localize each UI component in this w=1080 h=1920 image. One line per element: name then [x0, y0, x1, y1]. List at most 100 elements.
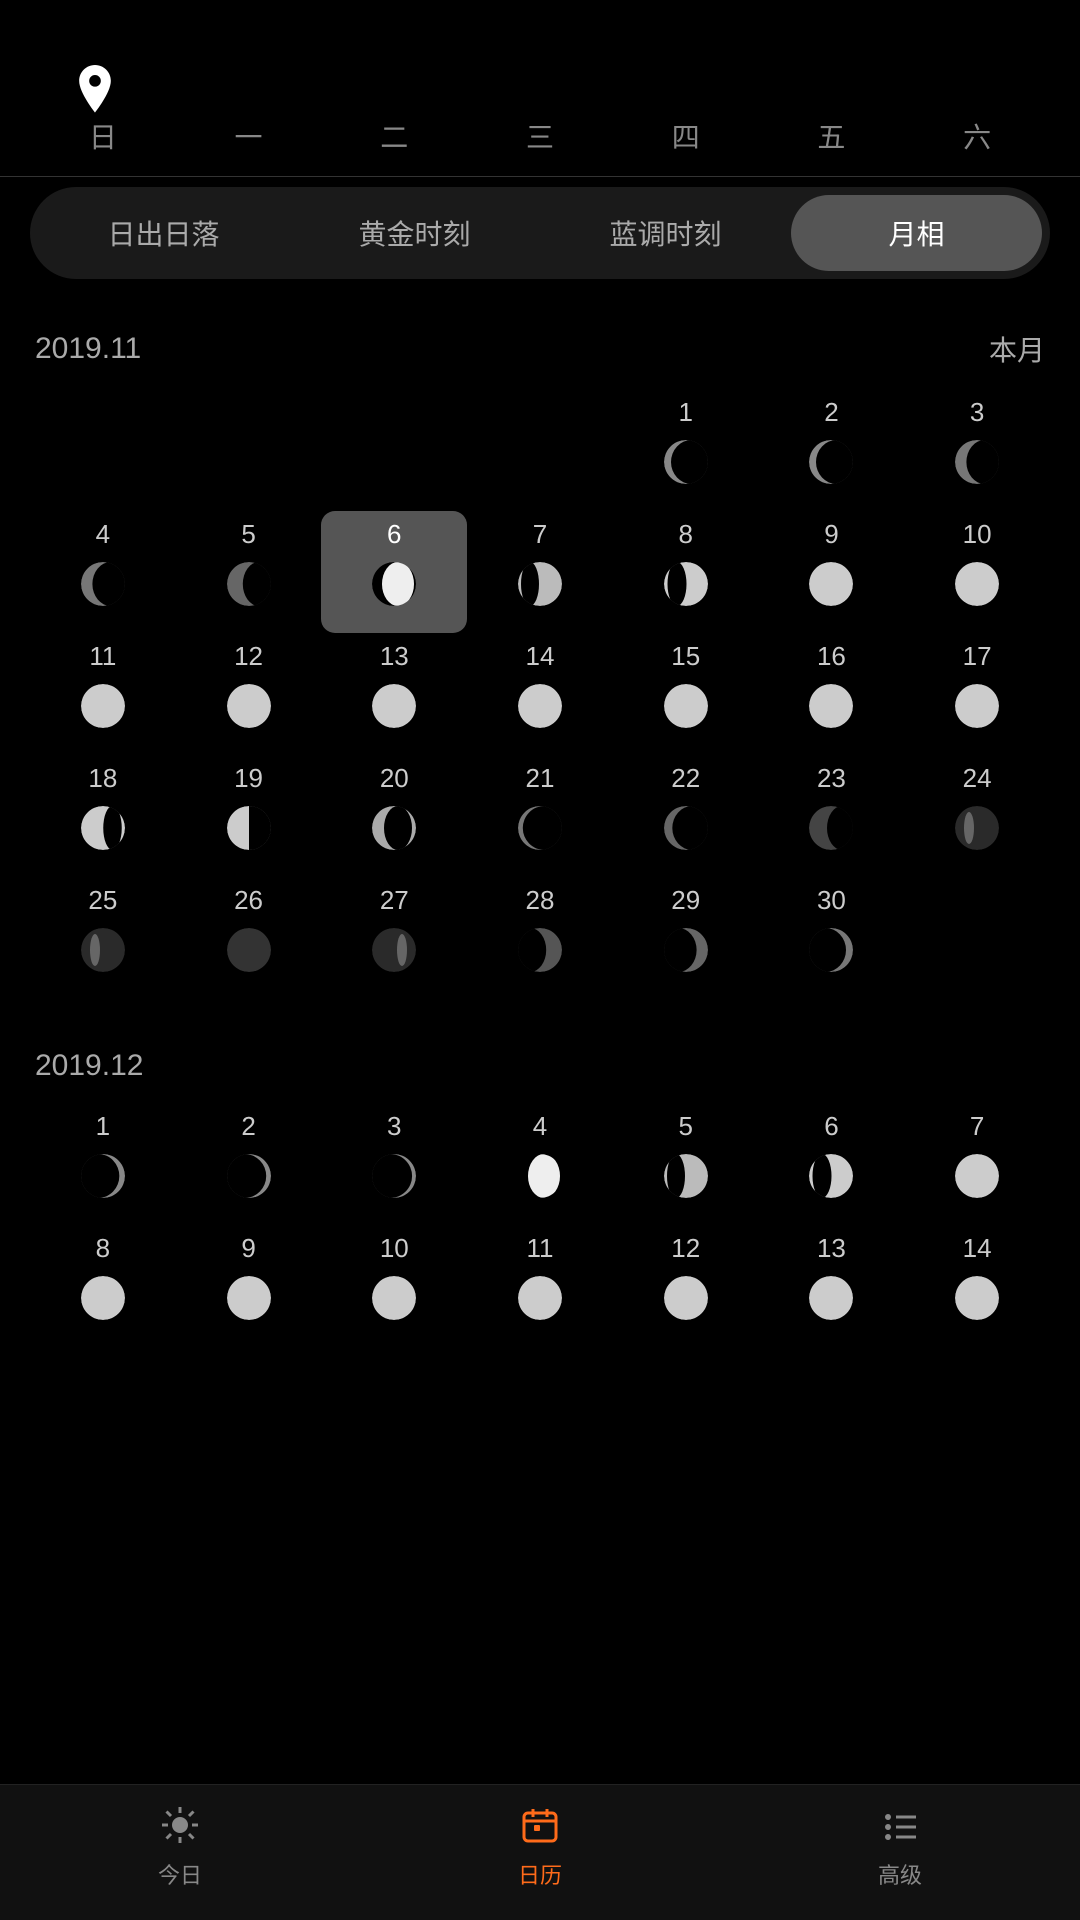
moon-phase-icon: [223, 1150, 275, 1207]
moon-phase-icon: [223, 802, 275, 859]
day-cell-24[interactable]: 24: [904, 755, 1050, 877]
day-cell-13[interactable]: 13: [759, 1225, 905, 1347]
day-cell-6[interactable]: 6: [759, 1103, 905, 1225]
moon-phase-icon: [951, 558, 1003, 615]
moon-phase-icon: [951, 1272, 1003, 1329]
day-number: 3: [387, 1111, 401, 1142]
day-number: 6: [824, 1111, 838, 1142]
day-cell-2[interactable]: 2: [176, 1103, 322, 1225]
day-cell-13[interactable]: 13: [321, 633, 467, 755]
day-cell-7[interactable]: 7: [467, 511, 613, 633]
day-cell-1[interactable]: 1: [30, 1103, 176, 1225]
weekday-cell: 六: [904, 106, 1050, 166]
day-number: 8: [96, 1233, 110, 1264]
day-cell-10[interactable]: 10: [321, 1225, 467, 1347]
day-number: 9: [824, 519, 838, 550]
day-cell-12[interactable]: 12: [613, 1225, 759, 1347]
day-cell-27[interactable]: 27: [321, 877, 467, 999]
day-cell-3[interactable]: 3: [904, 389, 1050, 511]
moon-phase-icon: [660, 802, 712, 859]
filter-button-1[interactable]: 黄金时刻: [289, 195, 540, 271]
day-number: 30: [817, 885, 846, 916]
moon-phase-icon: [77, 558, 129, 615]
filter-button-0[interactable]: 日出日落: [38, 195, 289, 271]
moon-phase-icon: [77, 1150, 129, 1207]
day-number: 7: [970, 1111, 984, 1142]
tab-日历[interactable]: 日历: [518, 1805, 562, 1890]
day-cell-9[interactable]: 9: [176, 1225, 322, 1347]
day-cell-16[interactable]: 16: [759, 633, 905, 755]
tab-高级[interactable]: 高级: [878, 1805, 922, 1890]
day-cell-14[interactable]: 14: [467, 633, 613, 755]
day-cell-21[interactable]: 21: [467, 755, 613, 877]
day-cell-17[interactable]: 17: [904, 633, 1050, 755]
day-cell-20[interactable]: 20: [321, 755, 467, 877]
moon-phase-icon: [660, 680, 712, 737]
day-cell-18[interactable]: 18: [30, 755, 176, 877]
day-cell-14[interactable]: 14: [904, 1225, 1050, 1347]
day-cell-4[interactable]: 4: [30, 511, 176, 633]
day-cell-5[interactable]: 5: [176, 511, 322, 633]
day-cell-28[interactable]: 28: [467, 877, 613, 999]
day-cell-19[interactable]: 19: [176, 755, 322, 877]
day-cell-30[interactable]: 30: [759, 877, 905, 999]
day-number: 4: [533, 1111, 547, 1142]
day-cell-3[interactable]: 3: [321, 1103, 467, 1225]
day-cell-11[interactable]: 11: [30, 633, 176, 755]
filter-button-2[interactable]: 蓝调时刻: [540, 195, 791, 271]
tab-今日[interactable]: 今日: [158, 1805, 202, 1890]
moon-phase-icon: [514, 558, 566, 615]
day-cell-8[interactable]: 8: [30, 1225, 176, 1347]
day-cell-7[interactable]: 7: [904, 1103, 1050, 1225]
moon-phase-icon: [77, 802, 129, 859]
day-cell-10[interactable]: 10: [904, 511, 1050, 633]
day-number: 12: [671, 1233, 700, 1264]
day-number: 16: [817, 641, 846, 672]
moon-phase-icon: [660, 436, 712, 493]
moon-phase-icon: [805, 680, 857, 737]
day-cell-2[interactable]: 2: [759, 389, 905, 511]
moon-phase-icon: [514, 1150, 566, 1207]
filter-button-3[interactable]: 月相: [791, 195, 1042, 271]
day-cell-5[interactable]: 5: [613, 1103, 759, 1225]
moon-phase-icon: [805, 1272, 857, 1329]
weekday-header: 日一二三四五六: [0, 86, 1080, 177]
day-number: 12: [234, 641, 263, 672]
day-number: 5: [241, 519, 255, 550]
day-cell-6[interactable]: 6: [321, 511, 467, 633]
day-cell-11[interactable]: 11: [467, 1225, 613, 1347]
moon-phase-icon: [223, 924, 275, 981]
weekday-cell: 日: [30, 106, 176, 166]
day-number: 25: [88, 885, 117, 916]
day-cell-29[interactable]: 29: [613, 877, 759, 999]
day-cell-23[interactable]: 23: [759, 755, 905, 877]
day-cell-22[interactable]: 22: [613, 755, 759, 877]
day-cell-9[interactable]: 9: [759, 511, 905, 633]
location-icon: [70, 65, 120, 115]
moon-phase-icon: [660, 558, 712, 615]
filter-bar[interactable]: 日出日落黄金时刻蓝调时刻月相: [30, 187, 1050, 279]
day-cell-8[interactable]: 8: [613, 511, 759, 633]
moon-phase-icon: [77, 924, 129, 981]
moon-phase-icon: [368, 1272, 420, 1329]
day-number: 19: [234, 763, 263, 794]
day-number: 21: [526, 763, 555, 794]
day-cell-12[interactable]: 12: [176, 633, 322, 755]
empty-cell: [30, 389, 176, 511]
sun-icon: [160, 1805, 200, 1850]
day-cell-1[interactable]: 1: [613, 389, 759, 511]
moon-phase-icon: [223, 680, 275, 737]
moon-phase-icon: [368, 802, 420, 859]
day-cell-26[interactable]: 26: [176, 877, 322, 999]
day-cell-4[interactable]: 4: [467, 1103, 613, 1225]
moon-phase-icon: [805, 802, 857, 859]
day-cell-15[interactable]: 15: [613, 633, 759, 755]
moon-phase-icon: [805, 924, 857, 981]
weekday-cell: 五: [759, 106, 905, 166]
moon-phase-icon: [368, 1150, 420, 1207]
moon-phase-icon: [951, 1150, 1003, 1207]
day-number: 1: [96, 1111, 110, 1142]
day-cell-25[interactable]: 25: [30, 877, 176, 999]
month-current-label: 本月: [989, 329, 1045, 369]
list-icon: [880, 1805, 920, 1850]
